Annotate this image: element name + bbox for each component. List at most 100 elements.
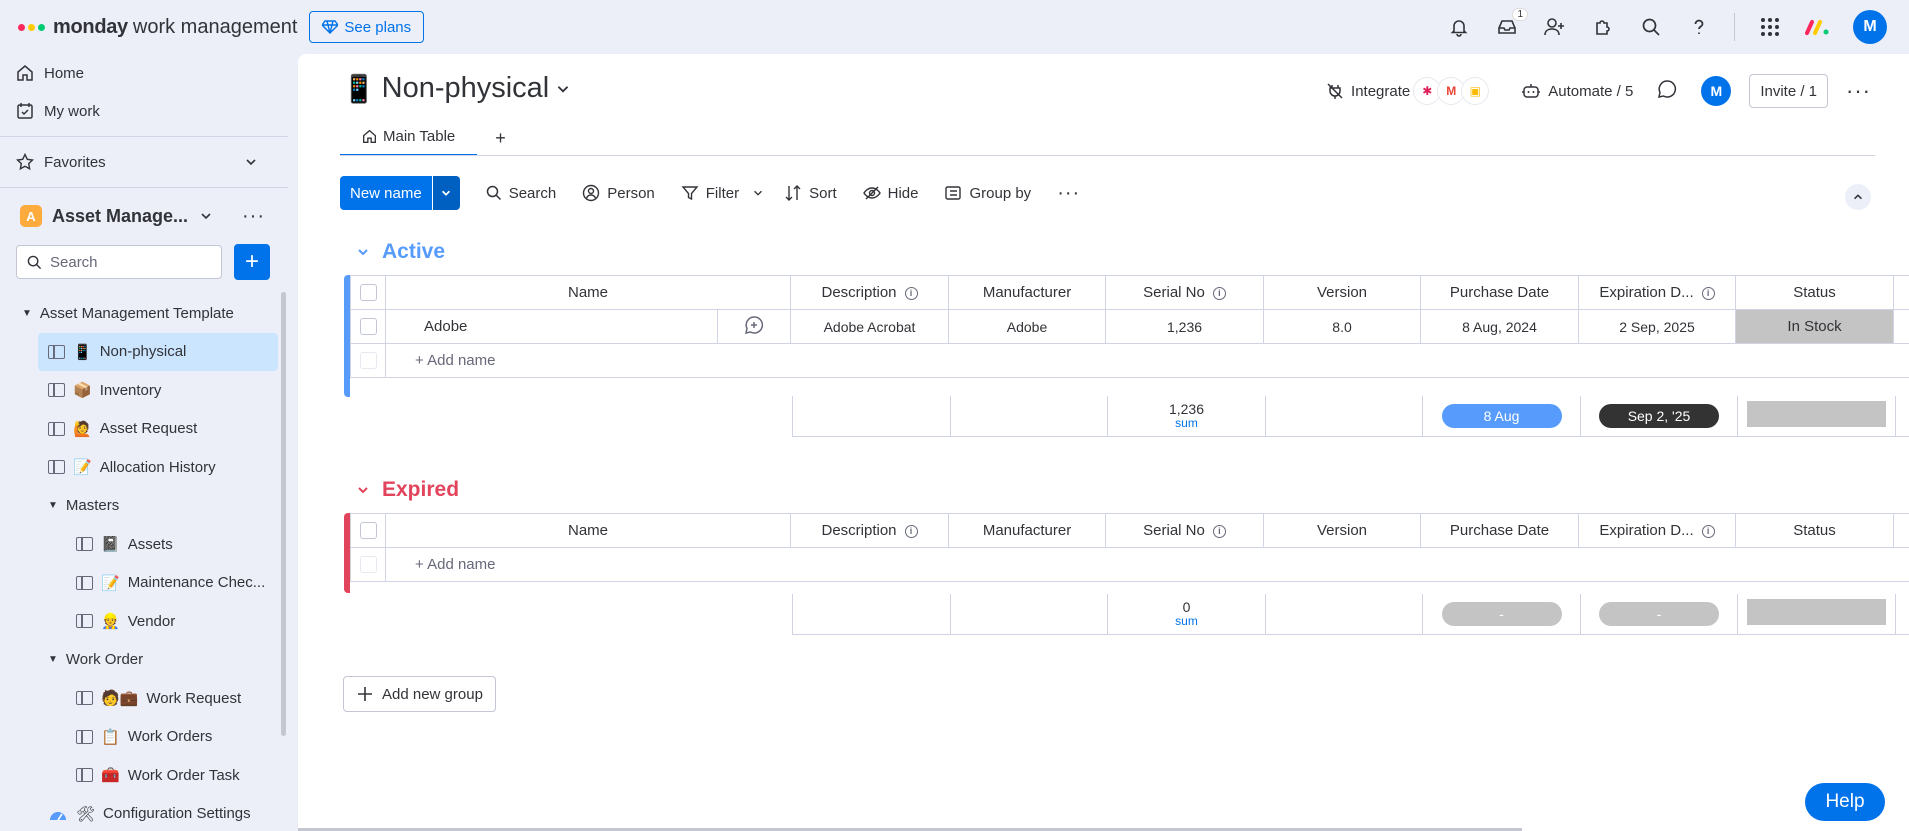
summary-expiration[interactable]: - — [1580, 594, 1738, 635]
add-item-input[interactable]: + Add name — [384, 547, 1909, 582]
col-header-version[interactable]: Version — [1263, 513, 1422, 548]
col-header-add[interactable] — [1893, 275, 1909, 310]
inbox-icon[interactable]: 1 — [1494, 8, 1528, 40]
chevron-down-icon[interactable] — [199, 209, 213, 223]
cell-add-update[interactable] — [716, 309, 792, 344]
table-row[interactable]: Adobe Adobe Acrobat Adobe 1,236 8.0 8 Au… — [350, 309, 1909, 344]
summary-expiration[interactable]: Sep 2, '25 — [1580, 396, 1738, 437]
sidebar-search-input[interactable]: Search — [16, 245, 222, 279]
cell-description[interactable]: Adobe Acrobat — [790, 309, 950, 344]
tab-main-table[interactable]: Main Table — [340, 120, 478, 156]
automate-button[interactable]: Automate / 5 — [1521, 82, 1633, 100]
add-item-row[interactable]: + Add name — [350, 547, 1909, 582]
select-all-cell[interactable] — [350, 275, 386, 310]
group-by-button[interactable]: Group by — [944, 184, 1031, 202]
hide-columns-button[interactable]: Hide — [862, 184, 918, 202]
sidebar-scrollbar[interactable] — [281, 292, 286, 736]
board-item-vendor[interactable]: 👷 Vendor — [0, 602, 288, 641]
cell-version[interactable]: 8.0 — [1263, 309, 1422, 344]
board-item-inventory[interactable]: 📦 Inventory — [0, 371, 288, 410]
board-item-configuration-settings[interactable]: 🛠 Configuration Settings — [0, 795, 288, 831]
col-header-expiration[interactable]: Expiration D... i — [1578, 513, 1737, 548]
board-item-maintenance-checklist[interactable]: 📝 Maintenance Chec... — [0, 564, 288, 603]
apps-puzzle-icon[interactable] — [1590, 14, 1616, 40]
row-select-cell[interactable] — [350, 309, 386, 344]
invite-members-icon[interactable] — [1542, 14, 1568, 40]
add-item-button[interactable]: + — [234, 244, 270, 280]
group-header-active[interactable]: Active — [356, 240, 445, 264]
toolbar-more-icon[interactable]: ··· — [1057, 182, 1080, 205]
add-new-group-button[interactable]: Add new group — [343, 676, 496, 712]
col-header-status[interactable]: Status — [1735, 275, 1895, 310]
board-title[interactable]: 📱 Non-physical — [342, 72, 571, 105]
col-header-version[interactable]: Version — [1263, 275, 1422, 310]
filter-button[interactable]: Filter — [681, 184, 764, 202]
sidebar-item-home[interactable]: Home — [0, 54, 288, 92]
folder-asset-management-template[interactable]: ▼ Asset Management Template — [0, 294, 288, 333]
sidebar-item-my-work[interactable]: My work — [0, 92, 288, 130]
search-icon[interactable] — [1638, 14, 1664, 40]
cell-serial[interactable]: 1,236 — [1105, 309, 1265, 344]
sidebar-item-favorites[interactable]: Favorites — [0, 143, 288, 181]
brand-logo[interactable]: monday work management — [18, 16, 297, 39]
cell-manufacturer[interactable]: Adobe — [948, 309, 1107, 344]
info-icon[interactable]: i — [1701, 286, 1715, 300]
col-header-name[interactable]: Name — [384, 275, 792, 310]
cell-expiration[interactable]: 2 Sep, 2025 — [1578, 309, 1737, 344]
select-all-checkbox[interactable] — [359, 522, 377, 540]
board-item-allocation-history[interactable]: 📝 Allocation History — [0, 448, 288, 487]
add-item-row[interactable]: + Add name — [350, 343, 1909, 378]
board-more-icon[interactable]: ··· — [1846, 78, 1871, 104]
app-grid-icon[interactable] — [1757, 14, 1783, 40]
chevron-down-icon[interactable] — [356, 245, 370, 259]
info-icon[interactable]: i — [1701, 524, 1715, 538]
summary-purchase[interactable]: 8 Aug — [1422, 396, 1581, 437]
select-all-checkbox[interactable] — [359, 284, 377, 302]
cell-name[interactable]: Adobe — [385, 309, 718, 344]
summary-serial[interactable]: 1,236 sum — [1107, 396, 1266, 437]
comment-icon[interactable] — [1657, 79, 1677, 103]
add-item-input[interactable]: + Add name — [384, 343, 1909, 378]
info-icon[interactable]: i — [1212, 524, 1226, 538]
chevron-down-icon[interactable] — [356, 483, 370, 497]
bell-icon[interactable] — [1446, 14, 1472, 40]
board-owner-avatar[interactable]: M — [1701, 76, 1732, 106]
row-checkbox[interactable] — [359, 318, 377, 336]
help-question-icon[interactable] — [1686, 14, 1712, 40]
user-avatar[interactable]: M — [1853, 10, 1887, 44]
cell-status[interactable]: In Stock — [1735, 309, 1895, 344]
board-item-work-order-task[interactable]: 🧰 Work Order Task — [0, 756, 288, 795]
col-header-name[interactable]: Name — [384, 513, 792, 548]
col-header-description[interactable]: Description i — [790, 275, 950, 310]
person-filter-button[interactable]: Person — [582, 184, 655, 202]
group-title[interactable]: Active — [382, 240, 445, 264]
monday-product-icon[interactable] — [1805, 14, 1831, 40]
col-header-description[interactable]: Description i — [790, 513, 950, 548]
col-header-manufacturer[interactable]: Manufacturer — [948, 275, 1107, 310]
search-button[interactable]: Search — [486, 185, 556, 202]
info-icon[interactable]: i — [904, 524, 918, 538]
add-view-button[interactable]: + — [495, 128, 506, 149]
info-icon[interactable]: i — [904, 286, 918, 300]
workspace-more-icon[interactable]: ··· — [242, 205, 265, 228]
invite-button[interactable]: Invite / 1 — [1749, 74, 1829, 108]
col-header-purchase-date[interactable]: Purchase Date — [1420, 513, 1580, 548]
summary-purchase[interactable]: - — [1422, 594, 1581, 635]
cell-purchase-date[interactable]: 8 Aug, 2024 — [1420, 309, 1580, 344]
col-header-serial[interactable]: Serial No i — [1105, 275, 1265, 310]
new-item-button[interactable]: New name — [340, 176, 460, 210]
collapse-header-button[interactable] — [1845, 184, 1871, 210]
board-item-work-orders[interactable]: 📋 Work Orders — [0, 718, 288, 757]
see-plans-button[interactable]: See plans — [309, 11, 425, 43]
sort-button[interactable]: Sort — [784, 184, 837, 202]
folder-work-order[interactable]: ▼ Work Order — [0, 641, 288, 680]
group-header-expired[interactable]: Expired — [356, 478, 459, 502]
info-icon[interactable]: i — [1212, 286, 1226, 300]
board-item-work-request[interactable]: 🧑💼 Work Request — [0, 679, 288, 718]
col-header-manufacturer[interactable]: Manufacturer — [948, 513, 1107, 548]
board-item-assets[interactable]: 📓 Assets — [0, 525, 288, 564]
summary-status[interactable] — [1737, 594, 1896, 635]
chevron-down-icon[interactable] — [752, 187, 764, 199]
folder-masters[interactable]: ▼ Masters — [0, 487, 288, 526]
col-header-purchase-date[interactable]: Purchase Date — [1420, 275, 1580, 310]
